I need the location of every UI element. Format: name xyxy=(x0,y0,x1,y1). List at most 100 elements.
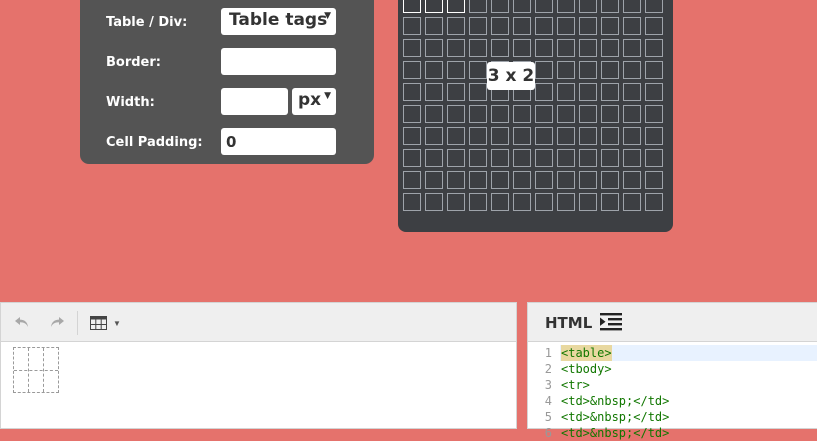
grid-cell[interactable] xyxy=(403,83,421,101)
code-editor[interactable]: 1 <table> 2 <tbody> 3 <tr> 4 <td>&nbsp;</td> 5 <t… xyxy=(528,345,817,441)
grid-cell[interactable] xyxy=(513,193,531,211)
grid-cell[interactable] xyxy=(491,17,509,35)
grid-cell[interactable] xyxy=(601,83,619,101)
grid-cell[interactable] xyxy=(601,39,619,57)
grid-cell[interactable] xyxy=(447,127,465,145)
grid-cell[interactable] xyxy=(645,127,663,145)
grid-cell[interactable] xyxy=(601,105,619,123)
grid-cell[interactable] xyxy=(447,149,465,167)
grid-cell[interactable] xyxy=(513,39,531,57)
grid-cell[interactable] xyxy=(491,105,509,123)
grid-cell[interactable] xyxy=(469,149,487,167)
grid-cell[interactable] xyxy=(601,149,619,167)
grid-cell[interactable] xyxy=(535,149,553,167)
redo-icon[interactable] xyxy=(49,315,65,333)
grid-cell[interactable] xyxy=(535,171,553,189)
grid-cell[interactable] xyxy=(579,171,597,189)
grid-cell[interactable] xyxy=(403,171,421,189)
grid-cell[interactable] xyxy=(469,171,487,189)
grid-cell[interactable] xyxy=(557,83,575,101)
undo-icon[interactable] xyxy=(14,315,30,333)
grid-cell[interactable] xyxy=(535,127,553,145)
grid-cell[interactable] xyxy=(557,127,575,145)
grid-cell[interactable] xyxy=(557,0,575,13)
grid-cell[interactable] xyxy=(645,61,663,79)
grid-cell[interactable] xyxy=(535,39,553,57)
width-input[interactable] xyxy=(221,88,288,115)
grid-cell[interactable] xyxy=(579,193,597,211)
grid-cell[interactable] xyxy=(623,0,641,13)
grid-cell[interactable] xyxy=(535,105,553,123)
grid-cell[interactable] xyxy=(623,83,641,101)
grid-cell[interactable] xyxy=(469,127,487,145)
grid-cell[interactable] xyxy=(425,171,443,189)
grid-cell[interactable] xyxy=(513,171,531,189)
grid-cell[interactable] xyxy=(403,61,421,79)
grid-cell[interactable] xyxy=(469,105,487,123)
grid-cell[interactable] xyxy=(645,83,663,101)
grid-cell[interactable] xyxy=(425,83,443,101)
grid-cell[interactable] xyxy=(623,149,641,167)
grid-cell[interactable] xyxy=(491,0,509,13)
grid-cell[interactable] xyxy=(403,127,421,145)
table-icon[interactable] xyxy=(90,316,107,335)
grid-cell[interactable] xyxy=(403,39,421,57)
grid-cell[interactable] xyxy=(425,149,443,167)
grid-cell[interactable] xyxy=(601,193,619,211)
grid-cell[interactable] xyxy=(469,83,487,101)
grid-cell[interactable] xyxy=(491,127,509,145)
grid-cell[interactable] xyxy=(491,171,509,189)
inserted-table[interactable] xyxy=(13,347,59,393)
grid-cell[interactable] xyxy=(645,0,663,13)
grid-cell[interactable] xyxy=(579,39,597,57)
grid-cell[interactable] xyxy=(535,61,553,79)
grid-cell[interactable] xyxy=(623,105,641,123)
grid-cell[interactable] xyxy=(403,193,421,211)
grid-cell[interactable] xyxy=(403,149,421,167)
grid-cell[interactable] xyxy=(447,61,465,79)
grid-cell[interactable] xyxy=(491,39,509,57)
grid-cell[interactable] xyxy=(557,149,575,167)
grid-cell[interactable] xyxy=(535,193,553,211)
grid-cell[interactable] xyxy=(425,105,443,123)
grid-cell[interactable] xyxy=(645,105,663,123)
grid-cell[interactable] xyxy=(601,127,619,145)
grid-cell[interactable] xyxy=(425,127,443,145)
grid-cell[interactable] xyxy=(491,149,509,167)
grid-cell[interactable] xyxy=(447,39,465,57)
grid-cell[interactable] xyxy=(601,17,619,35)
grid-cell[interactable] xyxy=(557,171,575,189)
table-size-picker[interactable] xyxy=(398,0,673,232)
indent-icon[interactable] xyxy=(600,313,622,336)
grid-cell[interactable] xyxy=(645,193,663,211)
cell-padding-input[interactable]: 0 xyxy=(221,128,336,155)
grid-cell[interactable] xyxy=(447,105,465,123)
grid-cell[interactable] xyxy=(425,39,443,57)
grid-cell[interactable] xyxy=(425,193,443,211)
grid-cell[interactable] xyxy=(623,127,641,145)
grid-cell[interactable] xyxy=(447,17,465,35)
grid-cell[interactable] xyxy=(447,83,465,101)
grid-cell[interactable] xyxy=(513,149,531,167)
grid-cell[interactable] xyxy=(601,61,619,79)
grid-cell[interactable] xyxy=(469,193,487,211)
grid-cell[interactable] xyxy=(513,105,531,123)
grid-cell[interactable] xyxy=(557,61,575,79)
grid-cell[interactable] xyxy=(469,39,487,57)
chevron-down-icon[interactable]: ▼ xyxy=(113,319,121,328)
grid-cell[interactable] xyxy=(579,61,597,79)
grid-cell[interactable] xyxy=(447,0,465,13)
grid-cell[interactable] xyxy=(557,105,575,123)
grid-cell[interactable] xyxy=(469,0,487,13)
grid-cell[interactable] xyxy=(469,17,487,35)
grid-cell[interactable] xyxy=(513,0,531,13)
grid-cell[interactable] xyxy=(623,39,641,57)
grid-cell[interactable] xyxy=(403,17,421,35)
grid-cells[interactable] xyxy=(403,0,667,215)
grid-cell[interactable] xyxy=(623,17,641,35)
grid-cell[interactable] xyxy=(623,171,641,189)
grid-cell[interactable] xyxy=(535,0,553,13)
grid-cell[interactable] xyxy=(623,193,641,211)
table-div-select[interactable]: Table tags ▼ xyxy=(221,8,336,35)
grid-cell[interactable] xyxy=(535,17,553,35)
